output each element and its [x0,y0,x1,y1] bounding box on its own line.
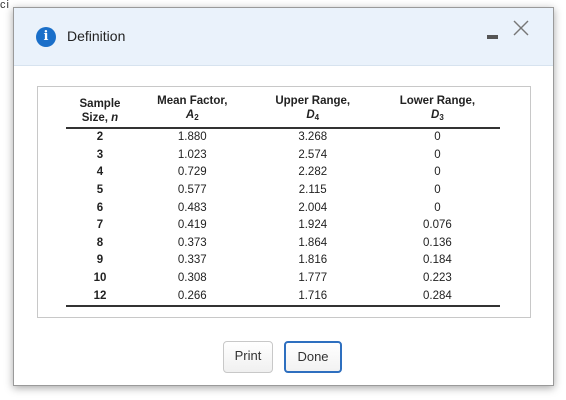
cell-sample-size: 12 [66,287,134,307]
cell-upper-range: 1.816 [298,254,328,267]
cell-upper-range: 2.115 [298,184,327,197]
table-container: Sample Size, n Mean Factor, A2 Upper Ran… [37,86,531,318]
close-button[interactable] [511,18,531,38]
header-symbol: n [111,112,119,124]
cell-sample-size: 9 [96,254,104,267]
cell-upper-range: 1.924 [298,219,328,232]
cell-sample-size: 4 [96,166,104,179]
cell-mean-factor: 0.308 [177,272,207,285]
cell-mean-factor: 0.337 [177,254,207,267]
header-subscript: 4 [314,113,320,122]
header-sample-size: Sample Size, n [66,94,134,129]
cell-lower-range: 0 [434,184,441,197]
header-upper-range: Upper Range, D4 [250,94,375,129]
cell-lower-range: 0 [434,148,441,161]
cell-upper-range: 1.777 [298,272,328,285]
cell-mean-factor: 1.023 [177,148,207,161]
cell-lower-range: 0.284 [374,287,500,307]
table-row: 4 0.729 2.282 0 [66,164,500,182]
cell-mean-factor: 0.419 [177,219,207,232]
header-line2: Size, [81,112,112,124]
table-row: 6 0.483 2.004 0 [66,199,500,217]
minimize-icon [487,35,498,39]
definition-dialog: i Definition Sample Size, n Mean Factor, [13,7,554,386]
cell-mean-factor: 0.577 [177,184,207,197]
table-row: 9 0.337 1.816 0.184 [66,252,500,270]
cell-mean-factor: 0.483 [177,201,207,214]
header-symbol: D [306,109,315,121]
cell-upper-range: 1.864 [298,236,328,249]
cell-upper-range: 2.282 [298,166,328,179]
cell-mean-factor: 1.880 [177,131,207,144]
cell-sample-size: 8 [96,236,104,249]
table-row: 5 0.577 2.115 0 [66,182,500,200]
close-icon [513,20,529,36]
cell-upper-range: 3.268 [298,131,328,144]
table-row: 12 0.266 1.716 0.284 [66,287,500,307]
table-header-row: Sample Size, n Mean Factor, A2 Upper Ran… [66,94,500,129]
cell-upper-range: 2.574 [298,148,328,161]
cell-sample-size: 6 [96,201,104,214]
cell-sample-size: 10 [93,272,107,285]
header-line1: Lower Range, [399,95,476,107]
cell-lower-range: 0 [434,166,441,179]
cell-mean-factor: 0.373 [177,236,207,249]
print-button[interactable]: Print [223,341,273,373]
header-line1: Mean Factor, [157,95,228,107]
cell-upper-range: 1.716 [250,287,375,307]
background-partial-text: ci [0,0,10,8]
header-mean-factor: Mean Factor, A2 [133,94,251,129]
cell-upper-range: 2.004 [298,201,328,214]
table-row: 8 0.373 1.864 0.136 [66,235,500,253]
header-subscript: 2 [194,113,199,122]
header-subscript: 3 [439,113,444,122]
header-line1: Sample [79,98,121,110]
header-lower-range: Lower Range, D3 [374,94,500,129]
minimize-button[interactable] [484,24,502,46]
cell-sample-size: 2 [96,131,104,144]
done-button[interactable]: Done [284,341,342,373]
header-line1: Upper Range, [275,95,351,107]
table-row: 3 1.023 2.574 0 [66,147,500,165]
cell-lower-range: 0.184 [423,254,452,267]
cell-lower-range: 0.076 [423,219,452,232]
header-symbol: A [185,109,195,121]
dialog-title: Definition [67,28,126,44]
table-row: 2 1.880 3.268 0 [66,128,500,147]
cell-lower-range: 0 [434,201,441,214]
cell-sample-size: 7 [96,219,104,232]
cell-mean-factor: 0.266 [133,287,251,307]
table-row: 10 0.308 1.777 0.223 [66,270,500,288]
cell-sample-size: 3 [96,148,104,161]
cell-mean-factor: 0.729 [177,166,207,179]
cell-lower-range: 0 [434,131,441,144]
table-row: 7 0.419 1.924 0.076 [66,217,500,235]
cell-sample-size: 5 [96,184,104,197]
cell-lower-range: 0.223 [423,272,452,285]
cell-lower-range: 0.136 [423,236,452,249]
info-icon: i [36,27,56,47]
dialog-titlebar: i Definition [14,8,553,66]
control-chart-factors-table: Sample Size, n Mean Factor, A2 Upper Ran… [66,94,500,307]
